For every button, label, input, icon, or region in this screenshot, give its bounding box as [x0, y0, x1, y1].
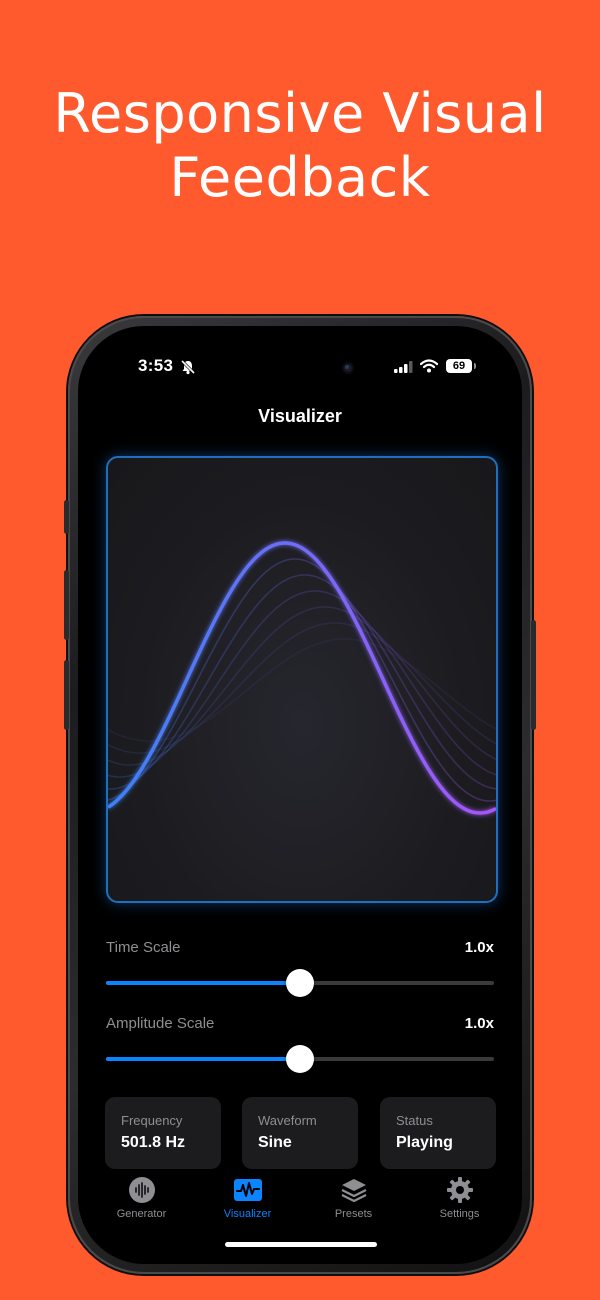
tab-bar: Generator Visualizer Presets Settings [78, 1172, 522, 1232]
waveform-line [108, 541, 496, 815]
time-scale-value: 1.0x [464, 939, 494, 956]
time-scale-thumb[interactable] [286, 969, 314, 997]
visualizer-canvas[interactable] [106, 456, 498, 903]
amplitude-scale-label: Amplitude Scale [106, 1015, 215, 1032]
page-title: Visualizer [258, 406, 342, 426]
tab-settings-label: Settings [439, 1208, 480, 1220]
time-scale-fill [106, 981, 300, 985]
headline-line-2: Feedback [169, 146, 431, 209]
waveform-plot [108, 541, 496, 815]
status-card: Status Playing [380, 1097, 496, 1169]
gear-icon [447, 1177, 473, 1203]
side-button-volume-up [64, 570, 69, 640]
stack-icon [341, 1179, 367, 1203]
side-button-silent [64, 500, 69, 534]
waveform-trail [108, 574, 496, 790]
waveform-label: Waveform [258, 1113, 317, 1128]
status-time: 3:53 [138, 356, 174, 375]
waveform-card: Waveform Sine [242, 1097, 358, 1169]
tab-visualizer-label: Visualizer [223, 1208, 272, 1220]
tab-generator[interactable]: Generator [86, 1172, 197, 1228]
headline: Responsive Visual Feedback [0, 82, 600, 210]
frequency-label: Frequency [121, 1113, 183, 1128]
amplitude-scale-thumb[interactable] [286, 1045, 314, 1073]
battery-indicator: 69 [446, 359, 476, 373]
waveform-value: Sine [258, 1134, 292, 1151]
front-camera [342, 362, 354, 374]
tab-generator-label: Generator [116, 1208, 167, 1220]
status-label: Status [396, 1113, 433, 1128]
frequency-value: 501.8 Hz [121, 1134, 186, 1151]
bell-slash-icon [180, 359, 196, 375]
wifi-icon [420, 359, 438, 373]
amplitude-scale-control: Amplitude Scale 1.0x [106, 1015, 494, 1073]
time-scale-control: Time Scale 1.0x [106, 939, 494, 997]
amplitude-scale-value: 1.0x [464, 1015, 494, 1032]
headline-line-1: Responsive Visual [53, 82, 547, 145]
status-bar: 3:53 69 [78, 354, 522, 382]
side-button-volume-down [64, 660, 69, 730]
waveform-trail [108, 622, 496, 754]
tab-presets[interactable]: Presets [298, 1172, 409, 1228]
phone-screen: 3:53 69 Visualizer Time Scale 1.0x Ampli… [78, 326, 522, 1264]
tab-visualizer[interactable]: Visualizer [192, 1172, 303, 1228]
frequency-card: Frequency 501.8 Hz [105, 1097, 221, 1169]
waveform-trails [108, 558, 496, 802]
oscilloscope-icon [234, 1179, 262, 1201]
waveform-circle-icon [129, 1177, 155, 1203]
side-button-power [531, 620, 536, 730]
cellular-signal-icon [394, 361, 413, 373]
tab-presets-label: Presets [334, 1208, 373, 1220]
home-indicator [225, 1242, 377, 1247]
status-value: Playing [396, 1134, 453, 1151]
time-scale-label: Time Scale [106, 939, 181, 956]
tab-settings[interactable]: Settings [404, 1172, 515, 1228]
waveform-trail [108, 558, 496, 802]
amplitude-scale-fill [106, 1057, 300, 1061]
